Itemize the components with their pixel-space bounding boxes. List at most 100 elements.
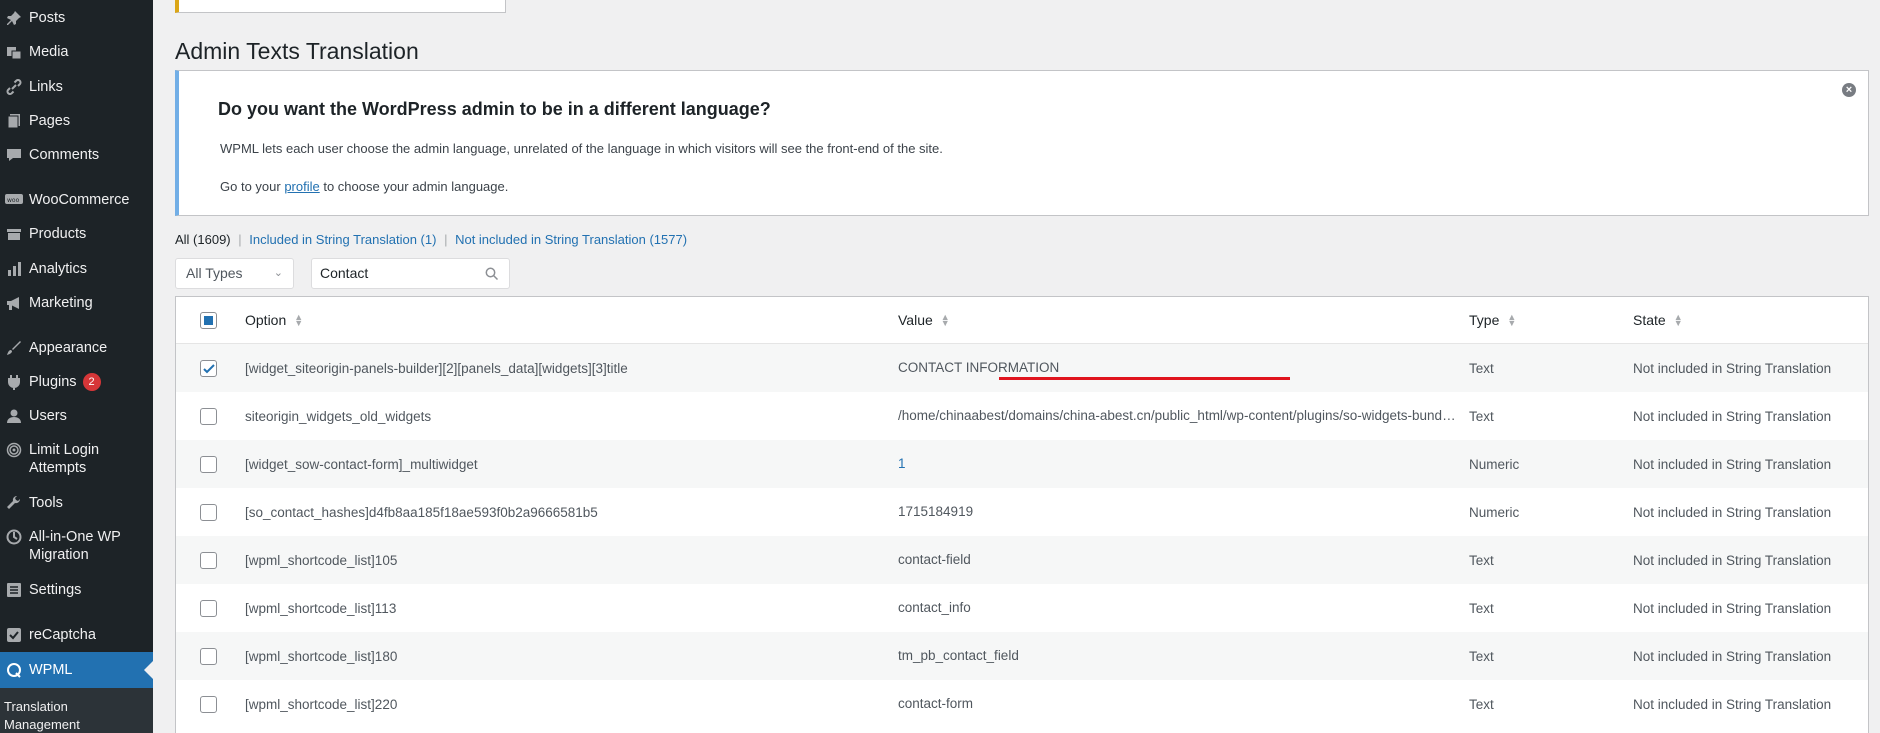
wpml-submenu: Translation Management: [0, 688, 153, 733]
row-state: Not included in String Translation: [1633, 408, 1832, 424]
row-checkbox[interactable]: [200, 599, 217, 617]
row-checkbox[interactable]: [200, 647, 217, 665]
wrench-icon: [0, 494, 28, 512]
sidebar-item-settings[interactable]: Settings: [0, 581, 153, 599]
row-state: Not included in String Translation: [1633, 696, 1832, 712]
sidebar-item-analytics[interactable]: Analytics: [0, 260, 153, 278]
sort-icon: ▲ ▼: [294, 312, 304, 328]
row-checkbox[interactable]: [200, 503, 217, 521]
sort-icon: ▲ ▼: [940, 312, 950, 328]
row-value: tm_pb_contact_field: [898, 648, 1019, 663]
fingerprint-icon: [0, 441, 28, 459]
row-state: Not included in String Translation: [1633, 504, 1832, 520]
sidebar-item-appearance[interactable]: Appearance: [0, 339, 153, 357]
row-checkbox[interactable]: [200, 695, 217, 713]
row-option: [so_contact_hashes]d4fb8aa185f18ae593f0b…: [245, 504, 598, 520]
top-notice-box: [175, 0, 506, 13]
filter-all[interactable]: All (1609): [175, 232, 231, 247]
active-menu-arrow: [144, 661, 153, 679]
main-content: Admin Texts Translation Do you want the …: [153, 0, 1880, 733]
admin-texts-table: Option ▲ ▼ Value ▲ ▼ Type ▲ ▼ State ▲ ▼ [widget_…: [175, 296, 1869, 733]
woo-icon: woo: [0, 191, 28, 209]
row-checkbox[interactable]: [200, 455, 217, 473]
comment-icon: [0, 146, 28, 164]
row-option: [wpml_shortcode_list]180: [245, 648, 398, 664]
sidebar-item-recaptcha[interactable]: reCaptcha: [0, 626, 153, 644]
sort-icon: ▲ ▼: [1673, 312, 1683, 328]
row-type: Numeric: [1469, 504, 1520, 520]
sidebar-item-products[interactable]: Products: [0, 225, 153, 243]
sidebar-item-users[interactable]: Users: [0, 407, 153, 425]
table-header-row: Option ▲ ▼ Value ▲ ▼ Type ▲ ▼ State ▲ ▼: [176, 297, 1868, 344]
user-icon: [0, 407, 28, 425]
row-checkbox[interactable]: [200, 551, 217, 569]
plugins-update-badge: 2: [82, 373, 101, 391]
brush-icon: [0, 339, 28, 357]
row-type: Text: [1469, 648, 1494, 664]
migration-icon: [0, 528, 28, 546]
row-value: contact_info: [898, 600, 971, 615]
select-all-checkbox[interactable]: [200, 311, 217, 329]
search-icon[interactable]: [485, 267, 499, 281]
column-header-value[interactable]: Value ▲ ▼: [898, 297, 1458, 343]
row-value-link[interactable]: 1: [898, 440, 1458, 488]
chevron-down-icon: ⌄: [273, 267, 283, 279]
column-header-option[interactable]: Option ▲ ▼: [245, 297, 304, 343]
row-state: Not included in String Translation: [1633, 600, 1832, 616]
search-input[interactable]: Contact: [311, 258, 510, 289]
table-row: [wpml_shortcode_list]180 tm_pb_contact_f…: [176, 632, 1868, 680]
notice-text: WPML lets each user choose the admin lan…: [220, 141, 943, 156]
admin-language-notice: Do you want the WordPress admin to be in…: [175, 70, 1869, 216]
link-icon: [0, 78, 28, 96]
row-state: Not included in String Translation: [1633, 552, 1832, 568]
row-checkbox[interactable]: [200, 407, 217, 425]
media-icon: [0, 43, 28, 61]
dismiss-notice-icon[interactable]: ×: [1842, 83, 1856, 97]
sidebar-item-all-in-one-wp-migration[interactable]: All-in-One WP Migration: [0, 528, 153, 564]
row-option: [wpml_shortcode_list]220: [245, 696, 398, 712]
sidebar-item-wpml[interactable]: WPML: [0, 652, 153, 688]
sidebar-item-comments[interactable]: Comments: [0, 146, 153, 164]
row-type: Text: [1469, 360, 1494, 376]
settings-icon: [0, 581, 28, 599]
table-row: [widget_sow-contact-form]_multiwidget 1 …: [176, 440, 1868, 488]
table-row: [so_contact_hashes]d4fb8aa185f18ae593f0b…: [176, 488, 1868, 536]
admin-sidebar: Posts Media Links Pages Comments woo Woo…: [0, 0, 153, 733]
column-header-type[interactable]: Type ▲ ▼: [1469, 297, 1517, 343]
row-checkbox[interactable]: [200, 359, 217, 377]
table-row: siteorigin_widgets_old_widgets /home/chi…: [176, 392, 1868, 440]
type-filter-select[interactable]: All Types ⌄: [175, 258, 294, 289]
sidebar-item-pages[interactable]: Pages: [0, 112, 153, 130]
submenu-item-translation-management[interactable]: Translation Management: [4, 698, 124, 733]
sidebar-item-marketing[interactable]: Marketing: [0, 294, 153, 312]
notice-title: Do you want the WordPress admin to be in…: [218, 99, 771, 119]
products-icon: [0, 225, 28, 243]
row-state: Not included in String Translation: [1633, 456, 1832, 472]
row-option: [widget_sow-contact-form]_multiwidget: [245, 456, 478, 472]
megaphone-icon: [0, 294, 28, 312]
filter-included[interactable]: Included in String Translation (1): [249, 232, 436, 247]
sidebar-item-tools[interactable]: Tools: [0, 494, 153, 512]
row-type: Text: [1469, 696, 1494, 712]
table-row: [wpml_shortcode_list]105 contact-field T…: [176, 536, 1868, 584]
row-option: [wpml_shortcode_list]105: [245, 552, 398, 568]
sort-icon: ▲ ▼: [1507, 312, 1517, 328]
sidebar-item-links[interactable]: Links: [0, 78, 153, 96]
sidebar-item-woocommerce[interactable]: woo WooCommerce: [0, 191, 153, 209]
plugin-icon: [0, 373, 28, 391]
notice-cta: Go to your profile to choose your admin …: [220, 179, 509, 194]
sidebar-item-posts[interactable]: Posts: [0, 9, 153, 27]
sidebar-item-plugins[interactable]: Plugins 2: [0, 373, 153, 391]
svg-text:woo: woo: [7, 197, 20, 204]
profile-link[interactable]: profile: [284, 179, 319, 194]
row-option: [widget_siteorigin-panels-builder][2][pa…: [245, 360, 628, 376]
filter-not-included[interactable]: Not included in String Translation (1577…: [455, 232, 687, 247]
column-header-state[interactable]: State ▲ ▼: [1633, 297, 1683, 343]
row-option: siteorigin_widgets_old_widgets: [245, 408, 432, 424]
pages-icon: [0, 112, 28, 130]
sidebar-item-media[interactable]: Media: [0, 43, 153, 61]
row-value: contact-field: [898, 552, 971, 567]
sidebar-item-limit-login-attempts[interactable]: Limit Login Attempts: [0, 441, 153, 477]
row-option: [wpml_shortcode_list]113: [245, 600, 397, 616]
wpml-icon: [0, 661, 28, 679]
